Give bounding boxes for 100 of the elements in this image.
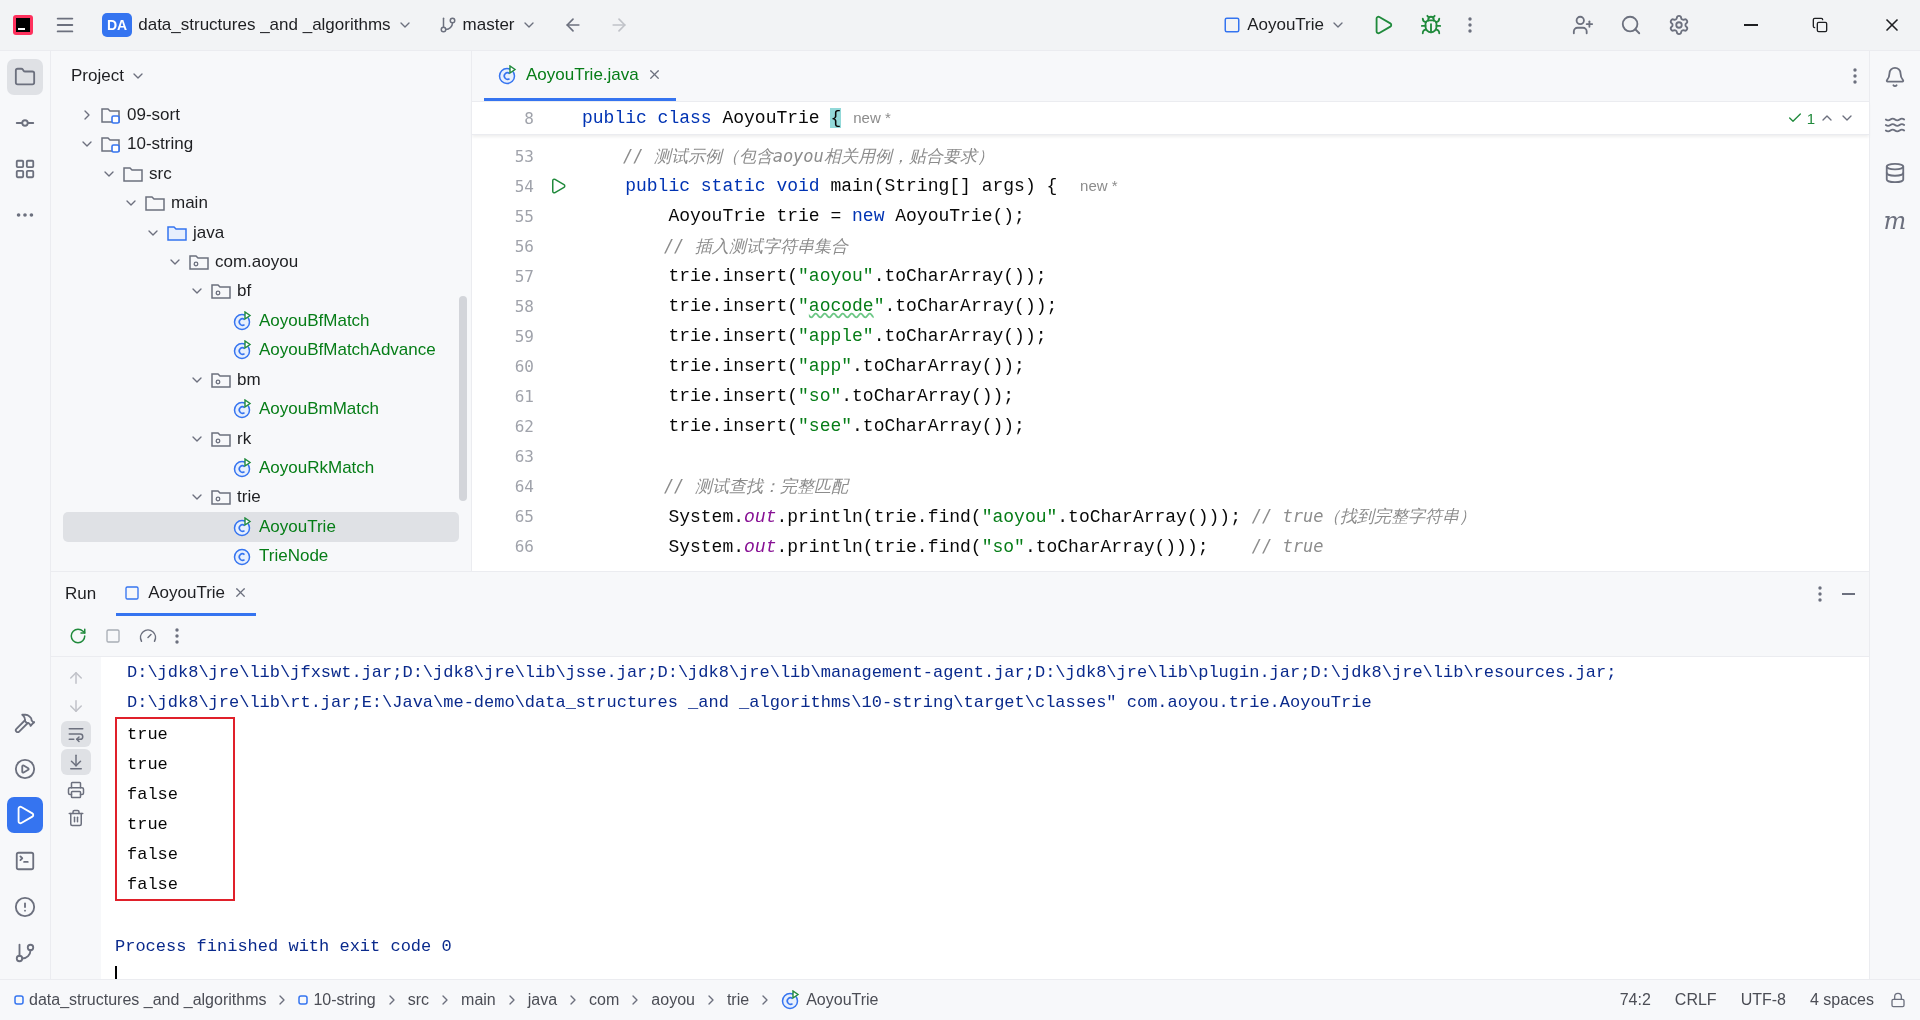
runnable-class-icon (233, 516, 253, 537)
tree-item[interactable]: AoyouBmMatch (63, 394, 459, 424)
tree-item[interactable]: trie (63, 482, 459, 513)
run-icon[interactable] (7, 797, 43, 833)
code-line: System.out.println(trie.find("so".toCharArray())); // true (667, 535, 1324, 557)
code-line: trie.insert("so".toCharArray()); (667, 386, 1015, 406)
runnable-class-icon (781, 990, 802, 1010)
runnable-class-icon (233, 310, 253, 331)
breadcrumb[interactable]: data_structures _and _algorithms (29, 991, 267, 1009)
tree-item[interactable]: com.aoyou (63, 247, 459, 277)
breadcrumb[interactable]: java (527, 991, 558, 1009)
breadcrumb[interactable]: src (407, 991, 430, 1009)
folder-icon (167, 223, 187, 242)
package-icon (189, 252, 209, 271)
search-icon (1620, 14, 1642, 36)
line-number: 63 (513, 446, 534, 466)
console-output: false (127, 783, 179, 806)
tree-item[interactable]: AoyouRkMatch (63, 453, 459, 483)
line-number: 64 (513, 476, 534, 496)
branch-switcher[interactable]: master (432, 11, 543, 39)
rerun-icon (69, 627, 87, 645)
package-icon (211, 429, 231, 448)
package-icon (211, 282, 231, 301)
lock-icon (1890, 992, 1906, 1008)
line-separator[interactable]: CRLF (1666, 991, 1725, 1009)
bug-icon (1420, 14, 1442, 36)
more-icon (1468, 17, 1472, 33)
stop-icon (105, 628, 121, 644)
tree-item[interactable]: 09-sort (63, 100, 459, 130)
breadcrumb[interactable]: 10-string (313, 991, 376, 1009)
code-line: trie.insert("aocode".toCharArray()); (667, 296, 1058, 316)
soft-wrap-button[interactable] (61, 721, 91, 747)
restore-icon (1812, 17, 1828, 33)
line-number: 61 (513, 386, 534, 406)
caret-position[interactable]: 74:2 (1611, 991, 1659, 1009)
code-line: // 插入测试字符串集合 (662, 234, 848, 258)
tree-item[interactable]: 10-string (63, 129, 459, 159)
tree-item[interactable]: bf (63, 276, 459, 307)
settings-icon (1668, 14, 1690, 36)
breadcrumb[interactable]: com (589, 991, 620, 1009)
scrollbar[interactable] (459, 296, 467, 501)
line-number: 54 (513, 176, 534, 196)
breadcrumb[interactable]: main (461, 991, 496, 1009)
maven-button[interactable]: m (1877, 203, 1913, 239)
project-view-selector[interactable]: Project (65, 61, 152, 90)
line-number: 8 (523, 108, 534, 128)
user-plus-icon (1572, 14, 1594, 36)
tree-item[interactable]: src (63, 158, 459, 189)
breadcrumb[interactable]: trie (726, 991, 750, 1009)
folder-icon (123, 164, 143, 183)
code-line: public class AoyouTrie { new * (582, 108, 891, 128)
line-number: 59 (513, 326, 534, 346)
package-icon (211, 370, 231, 389)
tree-item[interactable]: AoyouBfMatch (63, 306, 459, 336)
console-line: D:\jdk8\jre\lib\jfxswt.jar;D:\jdk8\jre\lib\jsse.jar;D:\jdk8\jre\lib\management-agent.jar;D:\jdk8\jre\lib\plugin.jar;D:\jdk8\jre\lib\resources.jar; (126, 661, 1618, 684)
tree-item[interactable]: bm (63, 365, 459, 395)
run-gutter-icon[interactable] (549, 177, 567, 195)
run-panel-title: Run (65, 584, 97, 604)
more-icon (175, 628, 179, 644)
folder-icon (145, 194, 165, 213)
module-folder-icon (101, 135, 121, 154)
indent-setting[interactable]: 4 spaces (1801, 991, 1882, 1009)
tree-item[interactable]: main (63, 188, 459, 218)
console-output: false (127, 873, 179, 896)
code-line: trie.insert("see".toCharArray()); (667, 416, 1025, 436)
module-folder-icon (101, 105, 121, 124)
tree-item[interactable]: TrieNode (63, 541, 459, 571)
line-number: 62 (513, 416, 534, 436)
project-icon[interactable] (7, 59, 43, 95)
line-number: 53 (513, 146, 534, 166)
console-output: true (127, 813, 169, 836)
tree-item[interactable]: rk (63, 423, 459, 454)
code-line: // 测试查找：完整匹配 (662, 474, 848, 498)
editor-tab[interactable]: AoyouTrie.java (484, 51, 676, 101)
tree-item[interactable]: AoyouTrie (63, 512, 459, 542)
run-config-selector[interactable]: AoyouTrie (1217, 11, 1352, 39)
run-tab[interactable]: AoyouTrie (116, 572, 257, 616)
code-line: trie.insert("apple".toCharArray()); (667, 326, 1047, 346)
tree-item[interactable]: AoyouBfMatchAdvance (63, 335, 459, 365)
line-number: 56 (513, 236, 534, 256)
window-icon (1223, 16, 1242, 34)
project-switcher[interactable]: DA data_structures _and _algorithms (96, 9, 419, 41)
tree-item[interactable]: java (63, 217, 459, 248)
module-icon (298, 995, 309, 1005)
runnable-class-icon (233, 399, 253, 420)
file-encoding[interactable]: UTF-8 (1732, 991, 1794, 1009)
runnable-class-icon (233, 458, 253, 479)
scroll-end-icon (67, 753, 85, 771)
minimize-icon (1744, 24, 1758, 26)
runnable-class-icon (233, 340, 253, 361)
breadcrumb[interactable]: AoyouTrie (806, 991, 879, 1009)
line-number: 58 (513, 296, 534, 316)
line-number: 66 (513, 536, 534, 556)
breadcrumb[interactable]: aoyou (651, 991, 695, 1009)
module-icon (14, 995, 24, 1005)
line-number: 65 (513, 506, 534, 526)
scroll-to-end-button[interactable] (61, 749, 91, 775)
inspection-count: 1 (1806, 109, 1815, 127)
line-number: 57 (513, 266, 534, 286)
class-icon (233, 546, 253, 567)
